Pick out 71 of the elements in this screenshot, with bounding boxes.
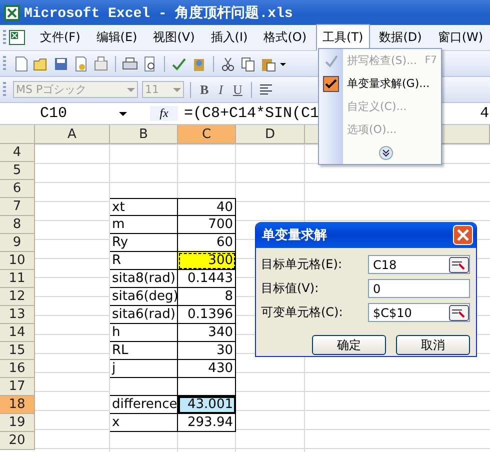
row-header[interactable]: 7 [0, 198, 35, 216]
field-label: 目标单元格(E): [261, 256, 342, 273]
menu-item[interactable]: 窗口(W) [430, 24, 490, 51]
menu-item[interactable]: 格式(O) [256, 24, 314, 51]
input-field[interactable]: $C$10 [368, 303, 470, 322]
table-cell: 8 [178, 288, 236, 306]
formula-text: 4 [480, 105, 490, 122]
row-header[interactable]: 20 [0, 432, 35, 450]
row-header[interactable]: 19 [0, 414, 35, 432]
menu-item[interactable]: 数据(D) [372, 24, 429, 51]
menu-item[interactable]: 编辑(E) [89, 24, 144, 51]
column-header[interactable]: A [35, 125, 110, 144]
row-header[interactable]: 15 [0, 342, 35, 360]
table-cell: RL [110, 342, 178, 360]
table-cell: 60 [178, 234, 236, 252]
table-cell: 300 [178, 252, 236, 270]
row-header[interactable]: 10 [0, 252, 35, 270]
menu-item[interactable]: 视图(V) [146, 24, 202, 51]
row-header[interactable]: 11 [0, 270, 35, 288]
input-field[interactable]: 0 [368, 279, 470, 298]
row-header[interactable]: 14 [0, 324, 35, 342]
menu-item[interactable]: 插入(I) [204, 24, 255, 51]
table-cell: 43.001 [178, 396, 236, 414]
field-label: 目标值(V): [261, 280, 319, 297]
table-cell: sita6(deg) [110, 288, 178, 306]
row-header[interactable]: 8 [0, 216, 35, 234]
table-cell: 430 [178, 360, 236, 378]
menu-item[interactable]: 单变量求解(G)... [343, 76, 430, 91]
underline-button[interactable]: U [230, 82, 246, 98]
table-cell: 40 [178, 198, 236, 216]
column-header[interactable]: C [178, 125, 236, 144]
row-header[interactable]: 5 [0, 162, 35, 180]
table-cell: sita8(rad) [110, 270, 178, 288]
italic-button[interactable]: I [216, 82, 226, 98]
shortcut-text: F7 [424, 55, 438, 66]
function-button[interactable]: fx [150, 106, 178, 121]
table-cell: j [110, 360, 178, 378]
ok-button[interactable]: 确定 [312, 335, 386, 355]
row-header[interactable]: 12 [0, 288, 35, 306]
cancel-button[interactable]: 取消 [396, 335, 470, 355]
row-header[interactable]: 6 [0, 180, 35, 198]
table-cell: sita6(rad) [110, 306, 178, 324]
table-cell: Ry [110, 234, 178, 252]
column-header[interactable]: B [110, 125, 178, 144]
row-header[interactable]: 16 [0, 360, 35, 378]
field-label: 可变单元格(C): [261, 304, 343, 321]
name-box[interactable]: C10 [0, 104, 150, 124]
row-header[interactable]: 4 [0, 144, 35, 162]
window-title: Microsoft Excel - 角度顶杆问题.xls [24, 4, 293, 22]
table-cell: h [110, 324, 178, 342]
menu-item[interactable]: 文件(F) [33, 24, 88, 51]
table-cell: 30 [178, 342, 236, 360]
table-cell: 700 [178, 216, 236, 234]
table-cell: R [110, 252, 178, 270]
row-header[interactable]: 18 [0, 396, 35, 414]
row-header[interactable]: 17 [0, 378, 35, 396]
table-cell: xt [110, 198, 178, 216]
table-cell: 293.94 [178, 414, 236, 432]
table-cell: 340 [178, 324, 236, 342]
formula-field[interactable]: =(C8+C14*SIN(C1 [184, 105, 320, 122]
table-cell: 0.1396 [178, 306, 236, 324]
table-cell: m [110, 216, 178, 234]
table-cell: 0.1443 [178, 270, 236, 288]
column-header[interactable]: D [236, 125, 305, 144]
table-cell: x [110, 414, 178, 432]
row-header[interactable]: 13 [0, 306, 35, 324]
row-header[interactable]: 9 [0, 234, 35, 252]
dialog-title: 单变量求解 [262, 226, 327, 244]
input-field[interactable]: C18 [368, 255, 470, 274]
bold-button[interactable]: B [197, 82, 212, 98]
table-cell: difference [110, 396, 178, 414]
